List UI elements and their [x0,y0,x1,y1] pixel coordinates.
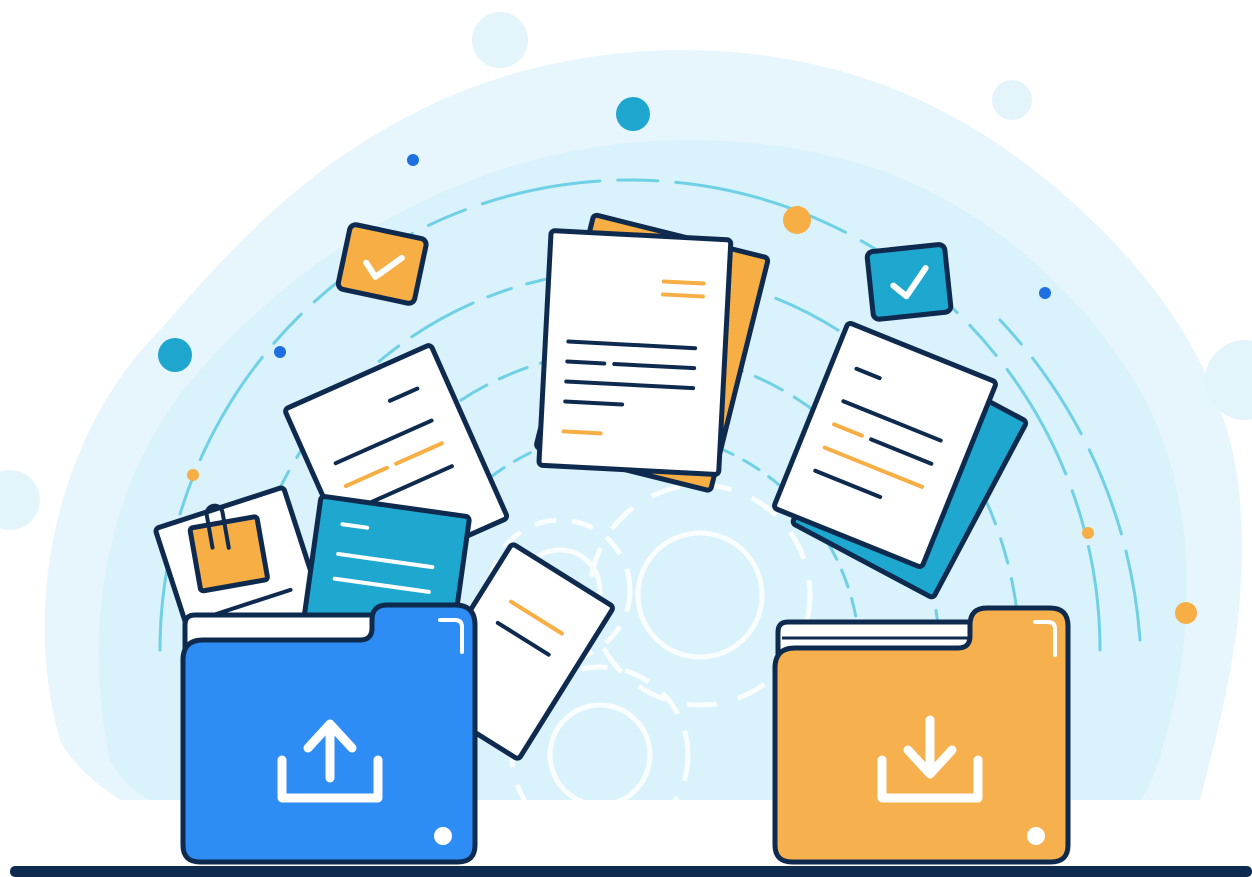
illustration-canvas [0,12,1252,877]
ground-line [10,866,1252,877]
upload-folder [180,602,478,865]
download-folder [772,605,1071,865]
right-check-badge [864,242,954,322]
left-check-badge [335,222,429,306]
file-transfer-illustration [0,0,1252,877]
